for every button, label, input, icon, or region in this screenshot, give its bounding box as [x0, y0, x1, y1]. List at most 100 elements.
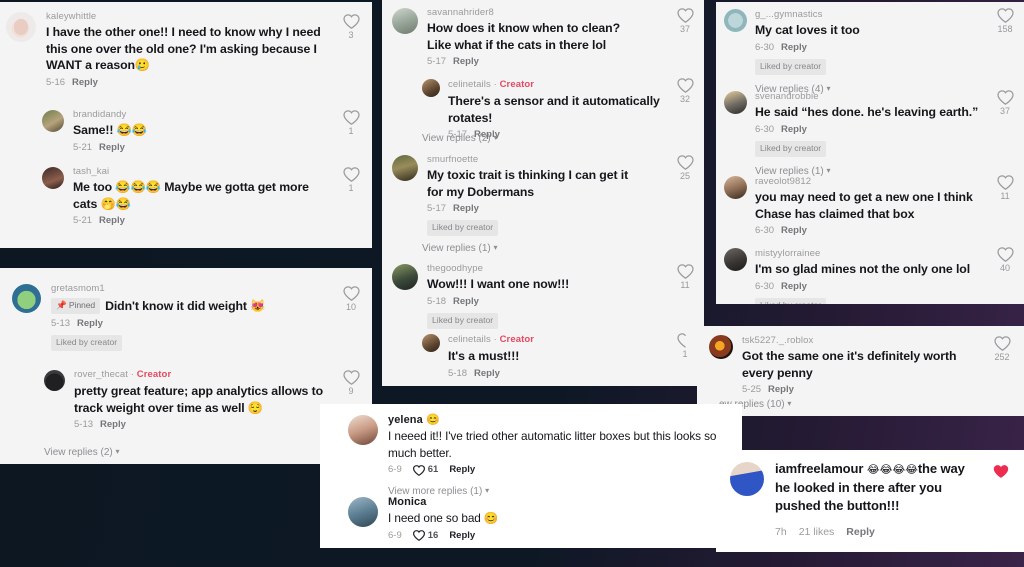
- comment-username[interactable]: gretasmom1: [51, 282, 312, 295]
- comment-panel-bottom-center: yelena 😊 I neeed it!! I've tried other a…: [320, 404, 742, 548]
- reply-button[interactable]: Reply: [781, 224, 807, 238]
- comment-panel-left-top: kaleywhittle I have the other one!! I ne…: [0, 2, 372, 248]
- avatar: [709, 335, 733, 359]
- comment-username[interactable]: tsk5227._.roblox: [742, 334, 969, 347]
- like-button[interactable]: 1: [338, 110, 364, 137]
- like-button[interactable]: 37: [672, 8, 698, 35]
- comment-item[interactable]: celinetails · Creator It's a must!!! 5-1…: [422, 333, 662, 381]
- comment-username[interactable]: svenandrobbie: [755, 90, 979, 103]
- comment-username[interactable]: celinetails · Creator: [448, 78, 662, 91]
- like-count: 11: [1000, 191, 1010, 201]
- creator-tag: Creator: [499, 79, 535, 90]
- comment-meta: 5-16 Reply: [46, 76, 326, 90]
- comment-text: I need one so bad 😊: [388, 511, 499, 525]
- reply-button[interactable]: Reply: [449, 463, 475, 477]
- comment-item[interactable]: mistyylorrainee I'm so glad mines not th…: [724, 247, 979, 304]
- comment-username[interactable]: kaleywhittle: [46, 10, 326, 23]
- reply-button[interactable]: Reply: [781, 123, 807, 137]
- like-button[interactable]: 61: [412, 463, 438, 477]
- reply-button[interactable]: Reply: [768, 383, 794, 397]
- comment-username[interactable]: iamfreelamour: [775, 461, 863, 476]
- comment-username[interactable]: raveolot9812: [755, 175, 986, 188]
- comment-date: 5-25: [742, 384, 762, 395]
- like-button[interactable]: 11: [672, 264, 698, 291]
- comment-item[interactable]: iamfreelamour 😂😂😂😂the way he looked in t…: [730, 460, 980, 539]
- like-button[interactable]: 10: [338, 286, 364, 313]
- like-button[interactable]: 25: [672, 155, 698, 182]
- comment-username[interactable]: yelena 😊: [388, 414, 728, 427]
- comment-username[interactable]: brandidandy: [73, 108, 332, 121]
- reply-button[interactable]: Reply: [453, 202, 479, 216]
- heart-icon: [996, 8, 1014, 23]
- reply-button[interactable]: Reply: [781, 41, 807, 55]
- like-button[interactable]: 37: [992, 90, 1018, 117]
- comment-item[interactable]: gretasmom1 📌 Pinned Didn't know it did w…: [12, 282, 312, 351]
- like-button[interactable]: 3: [338, 14, 364, 41]
- comment-username[interactable]: smurfnoette: [427, 153, 637, 166]
- like-button[interactable]: 9: [338, 370, 364, 397]
- like-button[interactable]: 16: [412, 529, 439, 543]
- reply-button[interactable]: Reply: [474, 367, 500, 381]
- comment-item[interactable]: svenandrobbie He said “hes done. he's le…: [724, 90, 979, 179]
- like-button[interactable]: [988, 464, 1014, 480]
- reply-button[interactable]: Reply: [781, 280, 807, 294]
- comment-text: pretty great feature; app analytics allo…: [74, 384, 324, 415]
- like-button[interactable]: 1: [672, 333, 698, 360]
- comment-item[interactable]: brandidandy Same!! 😂😂 5-21 Reply: [42, 108, 332, 155]
- comment-text: He said “hes done. he's leaving earth.”: [755, 105, 979, 119]
- comment-item[interactable]: savannahrider8 How does it know when to …: [392, 6, 637, 69]
- like-count: 37: [679, 24, 690, 34]
- like-button[interactable]: 40: [992, 247, 1018, 274]
- comment-date: 6-30: [755, 225, 775, 236]
- view-replies-label: View replies (2): [44, 447, 113, 458]
- comment-username[interactable]: rover_thecat · Creator: [74, 368, 329, 381]
- heart-icon: [993, 465, 1009, 478]
- avatar: [44, 370, 65, 391]
- comment-item[interactable]: smurfnoette My toxic trait is thinking I…: [392, 153, 637, 236]
- like-button[interactable]: 11: [992, 175, 1018, 202]
- comment-item[interactable]: g_...gymnastics My cat loves it too 6-30…: [724, 8, 974, 97]
- comment-date: 6-30: [755, 123, 775, 135]
- reply-button[interactable]: Reply: [100, 418, 126, 432]
- reply-button[interactable]: Reply: [72, 76, 98, 90]
- reply-button[interactable]: Reply: [453, 295, 479, 309]
- avatar: [348, 415, 378, 445]
- like-count: 16: [427, 529, 439, 541]
- like-count: 32: [679, 94, 690, 104]
- comment-item[interactable]: raveolot9812 you may need to get a new o…: [724, 175, 986, 238]
- reply-button[interactable]: Reply: [99, 141, 125, 155]
- comment-username[interactable]: savannahrider8: [427, 6, 637, 19]
- like-button[interactable]: 1: [338, 167, 364, 194]
- reply-button[interactable]: Reply: [99, 214, 125, 228]
- comment-item[interactable]: yelena 😊 I neeed it!! I've tried other a…: [348, 414, 728, 499]
- reply-button[interactable]: Reply: [77, 317, 103, 331]
- comment-username[interactable]: celinetails · Creator: [448, 333, 662, 346]
- comment-panel-right-mid: tsk5227._.roblox Got the same one it's d…: [697, 326, 1024, 416]
- like-count: 1: [348, 126, 354, 136]
- reply-button[interactable]: Reply: [453, 55, 479, 69]
- comment-item[interactable]: rover_thecat · Creator pretty great feat…: [44, 368, 329, 432]
- comment-item[interactable]: Monica I need one so bad 😊 6-9 16 Reply: [348, 496, 688, 543]
- comment-username[interactable]: thegoodhype: [427, 262, 637, 275]
- view-replies-button[interactable]: View replies (2) ▾: [422, 130, 498, 146]
- like-count: 11: [680, 280, 690, 290]
- comment-meta: 5-13 Reply: [51, 317, 312, 331]
- comment-item[interactable]: thegoodhype Wow!!! I want one now!!! 5-1…: [392, 262, 637, 329]
- comment-item[interactable]: tash_kai Me too 😂😂😂 Maybe we gotta get m…: [42, 165, 332, 228]
- view-replies-button[interactable]: View replies (1) ▾: [422, 240, 498, 256]
- comment-username[interactable]: Monica: [388, 496, 688, 509]
- reply-button[interactable]: Reply: [449, 529, 475, 543]
- like-button[interactable]: 32: [672, 78, 698, 105]
- username-text: celinetails: [448, 79, 491, 90]
- like-button[interactable]: 158: [992, 8, 1018, 35]
- like-button[interactable]: 252: [989, 336, 1015, 363]
- comment-username[interactable]: g_...gymnastics: [755, 8, 974, 21]
- comment-username[interactable]: tash_kai: [73, 165, 332, 178]
- reply-button[interactable]: Reply: [846, 525, 875, 539]
- comment-panel-center: savannahrider8 How does it know when to …: [382, 0, 704, 386]
- comment-username[interactable]: mistyylorrainee: [755, 247, 979, 260]
- likes-count-label[interactable]: 21 likes: [799, 525, 835, 539]
- comment-item[interactable]: tsk5227._.roblox Got the same one it's d…: [709, 334, 969, 397]
- comment-item[interactable]: kaleywhittle I have the other one!! I ne…: [6, 10, 326, 90]
- view-replies-button[interactable]: View replies (2) ▾: [44, 444, 120, 460]
